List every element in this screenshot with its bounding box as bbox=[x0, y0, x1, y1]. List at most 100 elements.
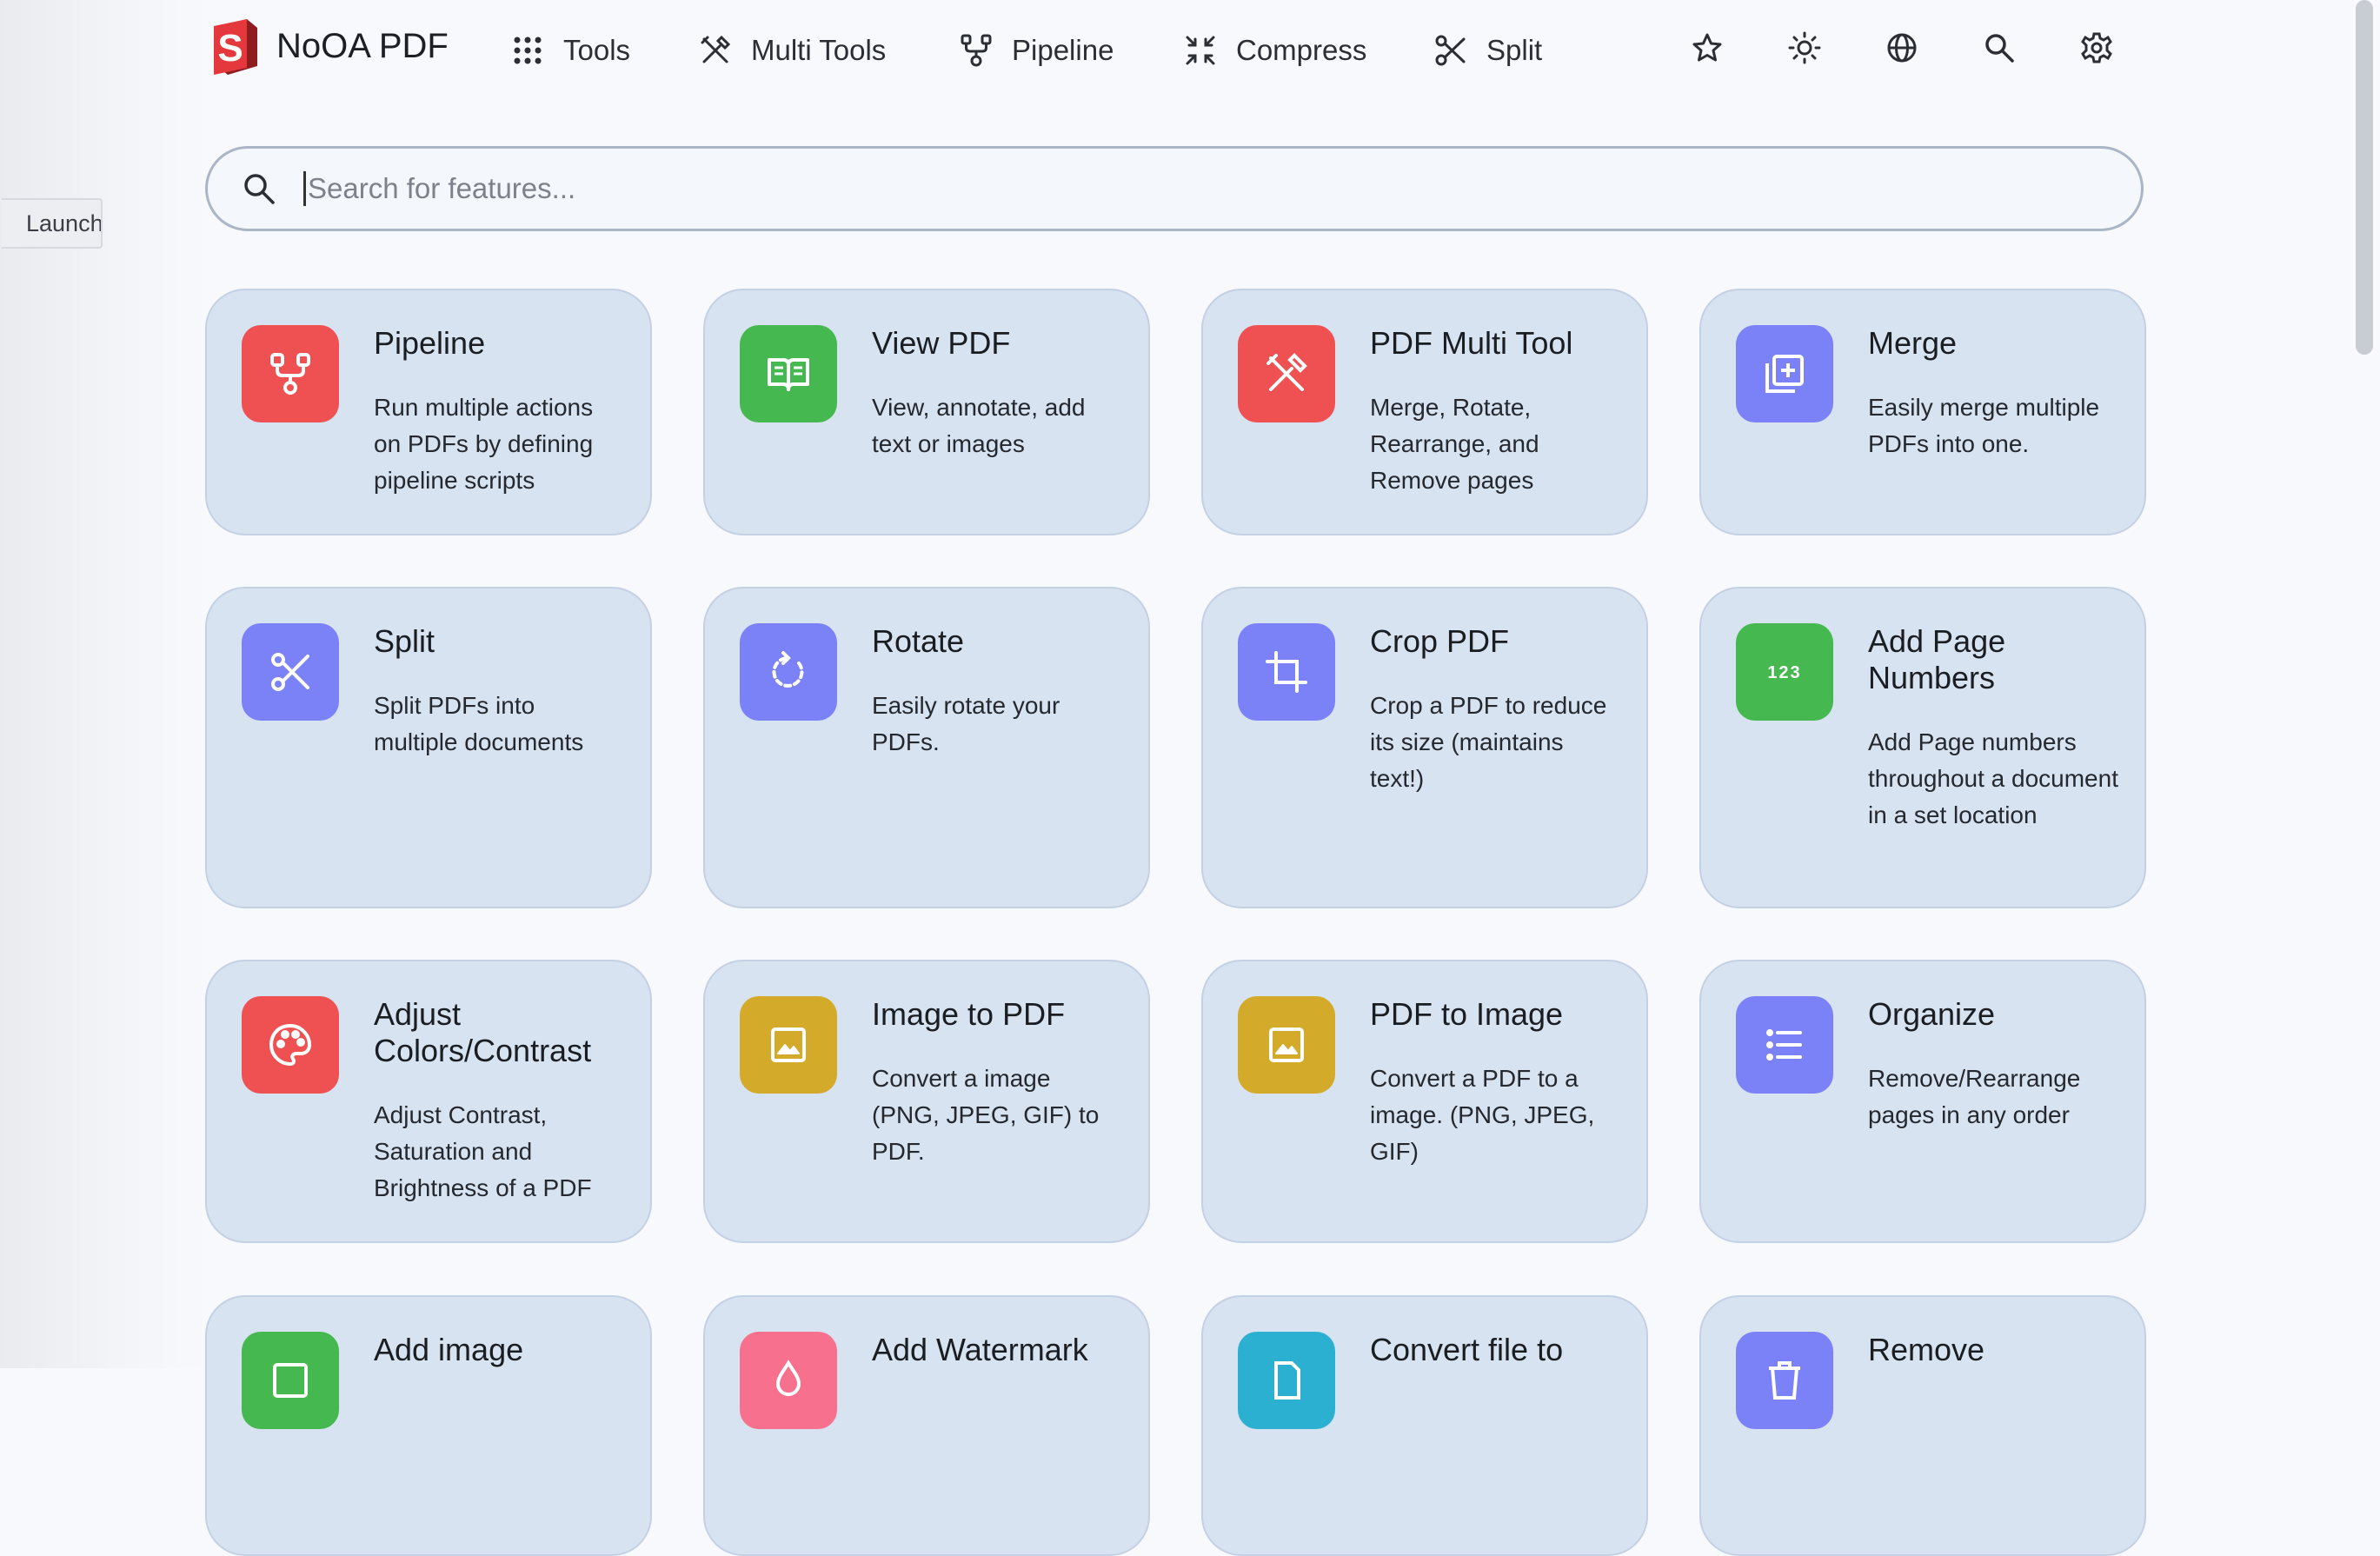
card-add-image-icon-box bbox=[242, 1332, 339, 1429]
crop-icon bbox=[1266, 651, 1307, 693]
card-title: Image to PDF bbox=[872, 996, 1066, 1032]
tools-icon bbox=[1266, 353, 1307, 391]
nav-multi-tools[interactable]: Multi Tools bbox=[697, 24, 886, 76]
svg-text:S: S bbox=[217, 27, 243, 70]
launch-side-tab[interactable]: Launch bbox=[2, 198, 103, 249]
rotate-icon bbox=[772, 651, 804, 688]
card-add-watermark[interactable]: Add Watermark bbox=[703, 1295, 1150, 1556]
card-split[interactable]: Split Split PDFs into multiple documents bbox=[205, 587, 652, 908]
app-logo-icon: S bbox=[214, 19, 257, 75]
card-add-image[interactable]: Add image bbox=[205, 1295, 652, 1556]
card-title: Crop PDF bbox=[1370, 623, 1510, 659]
card-convert-file[interactable]: Convert file to bbox=[1201, 1295, 1648, 1556]
card-description: Split PDFs into multiple documents bbox=[374, 692, 584, 755]
nav-pipeline[interactable]: Pipeline bbox=[958, 24, 1114, 76]
pipeline-icon bbox=[961, 34, 992, 67]
card-title: Split bbox=[374, 623, 435, 659]
card-description: View, annotate, add text or images bbox=[872, 394, 1086, 457]
card-description: Add Page numbers throughout a document i… bbox=[1868, 728, 2118, 828]
card-crop-icon-box bbox=[1238, 623, 1335, 721]
card-title: Add image bbox=[374, 1332, 524, 1367]
card-title: Merge bbox=[1868, 325, 1958, 361]
star-icon bbox=[1692, 33, 1722, 62]
card-merge-icon-box bbox=[1736, 325, 1833, 422]
card-rotate[interactable]: Rotate Easily rotate your PDFs. bbox=[703, 587, 1150, 908]
image-icon bbox=[1269, 1027, 1304, 1062]
search-icon bbox=[244, 174, 275, 204]
search-icon bbox=[1985, 34, 2014, 63]
tools-icon bbox=[701, 35, 731, 63]
nav-tools-label: Tools bbox=[563, 34, 631, 66]
top-navbar: S NoOA PDF Tools Multi Tools Pipeline Co… bbox=[0, 0, 2380, 101]
feature-search-bar bbox=[205, 146, 2144, 231]
nav-split-label: Split bbox=[1486, 34, 1543, 66]
card-title: Add Watermark bbox=[872, 1332, 1088, 1367]
card-merge[interactable]: Merge Easily merge multiple PDFs into on… bbox=[1699, 289, 2146, 535]
card-title: Convert file to bbox=[1370, 1332, 1564, 1367]
convert-file-icon bbox=[1274, 1361, 1300, 1400]
language-button[interactable] bbox=[1879, 25, 1925, 70]
settings-button[interactable] bbox=[2074, 25, 2119, 70]
card-split-icon-box bbox=[242, 623, 339, 721]
card-description: Convert a image (PNG, JPEG, GIF) to PDF. bbox=[872, 1065, 1100, 1165]
card-crop-pdf[interactable]: Crop PDF Crop a PDF to reduce its size (… bbox=[1201, 587, 1648, 908]
sun-icon bbox=[1788, 31, 1821, 64]
card-pdf-to-image[interactable]: PDF to Image Convert a PDF to a image. (… bbox=[1201, 960, 1648, 1243]
card-title: Adjust Colors/Contrast bbox=[374, 996, 592, 1068]
card-title: PDF to Image bbox=[1370, 996, 1564, 1032]
brand[interactable]: S NoOA PDF bbox=[209, 16, 449, 76]
card-remove-icon-box bbox=[1736, 1332, 1833, 1429]
nav-compress[interactable]: Compress bbox=[1182, 24, 1366, 76]
favorites-button[interactable] bbox=[1685, 25, 1730, 70]
pipeline-icon bbox=[270, 353, 310, 395]
card-title: Pipeline bbox=[374, 325, 486, 361]
svg-text:123: 123 bbox=[1767, 663, 1801, 682]
card-organize[interactable]: Organize Remove/Rearrange pages in any o… bbox=[1699, 960, 2146, 1243]
card-description: Convert a PDF to a image. (PNG, JPEG, GI… bbox=[1370, 1065, 1595, 1165]
card-title: Add Page Numbers bbox=[1868, 623, 2006, 695]
card-description: Easily merge multiple PDFs into one. bbox=[1868, 394, 2100, 457]
card-pdf-to-image-icon-box bbox=[1238, 996, 1335, 1094]
scissors-icon bbox=[271, 653, 309, 691]
globe-icon bbox=[1887, 33, 1917, 63]
grid-dots-icon bbox=[514, 37, 542, 64]
card-pipeline[interactable]: Pipeline Run multiple actions on PDFs by… bbox=[205, 289, 652, 535]
feature-search-input[interactable] bbox=[303, 171, 1961, 206]
scissors-icon bbox=[1435, 35, 1466, 66]
card-title: PDF Multi Tool bbox=[1370, 325, 1573, 361]
card-rotate-icon-box bbox=[740, 623, 837, 721]
card-multi-tool-icon-box bbox=[1238, 325, 1335, 422]
watermark-icon bbox=[775, 1360, 801, 1396]
nav-multi-tools-label: Multi Tools bbox=[751, 34, 887, 66]
nav-tools[interactable]: Tools bbox=[509, 24, 630, 76]
search-button[interactable] bbox=[1977, 25, 2022, 70]
gear-icon bbox=[2081, 32, 2112, 63]
add-image-icon bbox=[273, 1363, 308, 1398]
card-title: Rotate bbox=[872, 623, 965, 659]
card-description: Merge, Rotate, Rearrange, and Remove pag… bbox=[1370, 394, 1539, 494]
card-title: Organize bbox=[1868, 996, 1996, 1032]
card-image-to-pdf[interactable]: Image to PDF Convert a image (PNG, JPEG,… bbox=[703, 960, 1150, 1243]
card-convert-icon-box bbox=[1238, 1332, 1335, 1429]
compress-icon bbox=[1186, 36, 1215, 65]
card-pdf-multi-tool[interactable]: PDF Multi Tool Merge, Rotate, Rearrange,… bbox=[1201, 289, 1648, 535]
nav-split[interactable]: Split bbox=[1433, 24, 1542, 76]
card-description: Easily rotate your PDFs. bbox=[872, 692, 1060, 755]
book-icon bbox=[768, 358, 809, 391]
card-view-pdf[interactable]: View PDF View, annotate, add text or ima… bbox=[703, 289, 1150, 535]
card-description: Crop a PDF to reduce its size (maintains… bbox=[1370, 692, 1607, 792]
theme-toggle-button[interactable] bbox=[1782, 25, 1827, 70]
card-add-page-numbers[interactable]: 123 Add Page Numbers Add Page numbers th… bbox=[1699, 587, 2146, 908]
add-to-stack-icon bbox=[1765, 355, 1804, 393]
card-description: Adjust Contrast, Saturation and Brightne… bbox=[374, 1101, 592, 1201]
list-icon bbox=[1766, 1029, 1802, 1061]
trash-icon bbox=[1769, 1361, 1800, 1400]
nav-compress-label: Compress bbox=[1236, 34, 1367, 66]
card-view-pdf-icon-box bbox=[740, 325, 837, 422]
card-watermark-icon-box bbox=[740, 1332, 837, 1429]
card-page-numbers-icon-box: 123 bbox=[1736, 623, 1833, 721]
image-icon bbox=[771, 1027, 806, 1062]
card-title: View PDF bbox=[872, 325, 1011, 361]
card-adjust-colors[interactable]: Adjust Colors/Contrast Adjust Contrast, … bbox=[205, 960, 652, 1243]
card-remove[interactable]: Remove bbox=[1699, 1295, 2146, 1556]
